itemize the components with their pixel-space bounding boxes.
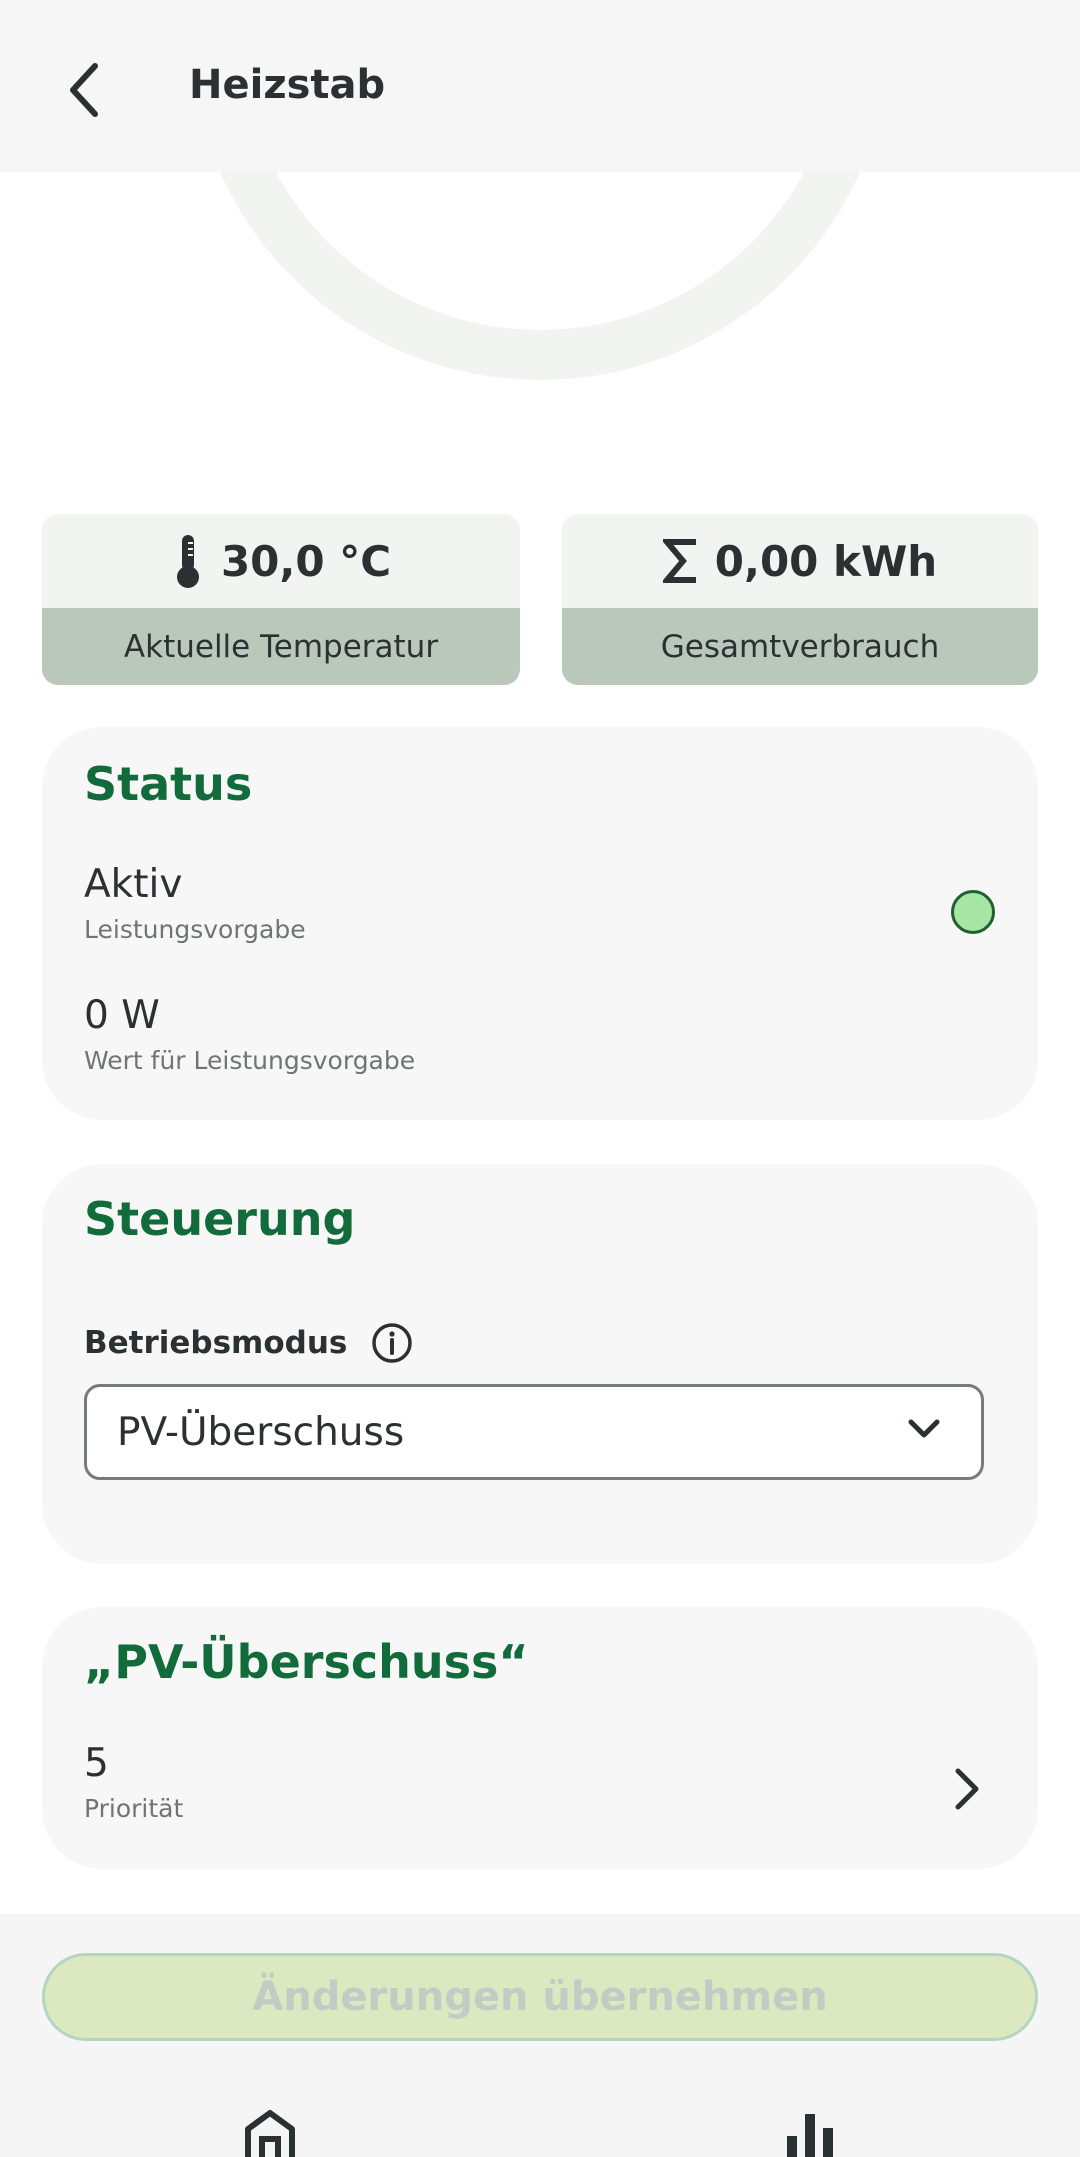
power-mode-value: Aktiv: [84, 862, 183, 907]
power-value: 0 W: [84, 993, 160, 1038]
status-title: Status: [84, 757, 253, 811]
bottom-bar: Änderungen übernehmen: [0, 1914, 1080, 2157]
apply-changes-button[interactable]: Änderungen übernehmen: [42, 1953, 1038, 2041]
status-card: Status Aktiv Leistungsvorgabe 0 W Wert f…: [42, 727, 1038, 1120]
priority-row[interactable]: 5 Priorität: [42, 1707, 1038, 1847]
operating-mode-select[interactable]: PV-Überschuss: [84, 1384, 984, 1480]
sigma-icon: [662, 539, 696, 583]
priority-label: Priorität: [84, 1794, 184, 1823]
statistics-icon[interactable]: [785, 2114, 837, 2157]
control-title: Steuerung: [84, 1192, 356, 1246]
temperature-value: 30,0 °C: [220, 536, 392, 586]
operating-mode-label: Betriebsmodus: [84, 1322, 413, 1364]
page-title: Heizstab: [189, 62, 386, 108]
control-card: Steuerung Betriebsmodus PV-Überschuss: [42, 1164, 1038, 1564]
operating-mode-selected: PV-Überschuss: [117, 1409, 405, 1455]
chevron-right-icon: [955, 1768, 979, 1810]
thermometer-icon: [176, 535, 199, 588]
home-icon[interactable]: [243, 2109, 297, 2157]
operating-mode-label-text: Betriebsmodus: [84, 1325, 348, 1361]
consumption-tile: 0,00 kWh Gesamtverbrauch: [562, 514, 1038, 685]
consumption-value: 0,00 kWh: [714, 536, 938, 586]
back-button[interactable]: [55, 55, 115, 125]
temperature-label: Aktuelle Temperatur: [42, 608, 520, 685]
pv-surplus-card: „PV-Überschuss“ 5 Priorität: [42, 1607, 1038, 1869]
chevron-left-icon: [70, 63, 98, 117]
consumption-label: Gesamtverbrauch: [562, 608, 1038, 685]
chevron-down-icon: [908, 1419, 940, 1438]
power-mode-label: Leistungsvorgabe: [84, 915, 306, 944]
app-header: Heizstab: [0, 0, 1080, 172]
info-icon[interactable]: [371, 1322, 413, 1364]
pv-surplus-title: „PV-Überschuss“: [84, 1635, 529, 1689]
temperature-tile: 30,0 °C Aktuelle Temperatur: [42, 514, 520, 685]
power-value-label: Wert für Leistungsvorgabe: [84, 1046, 416, 1075]
priority-value: 5: [84, 1741, 109, 1786]
status-indicator: [951, 890, 995, 934]
